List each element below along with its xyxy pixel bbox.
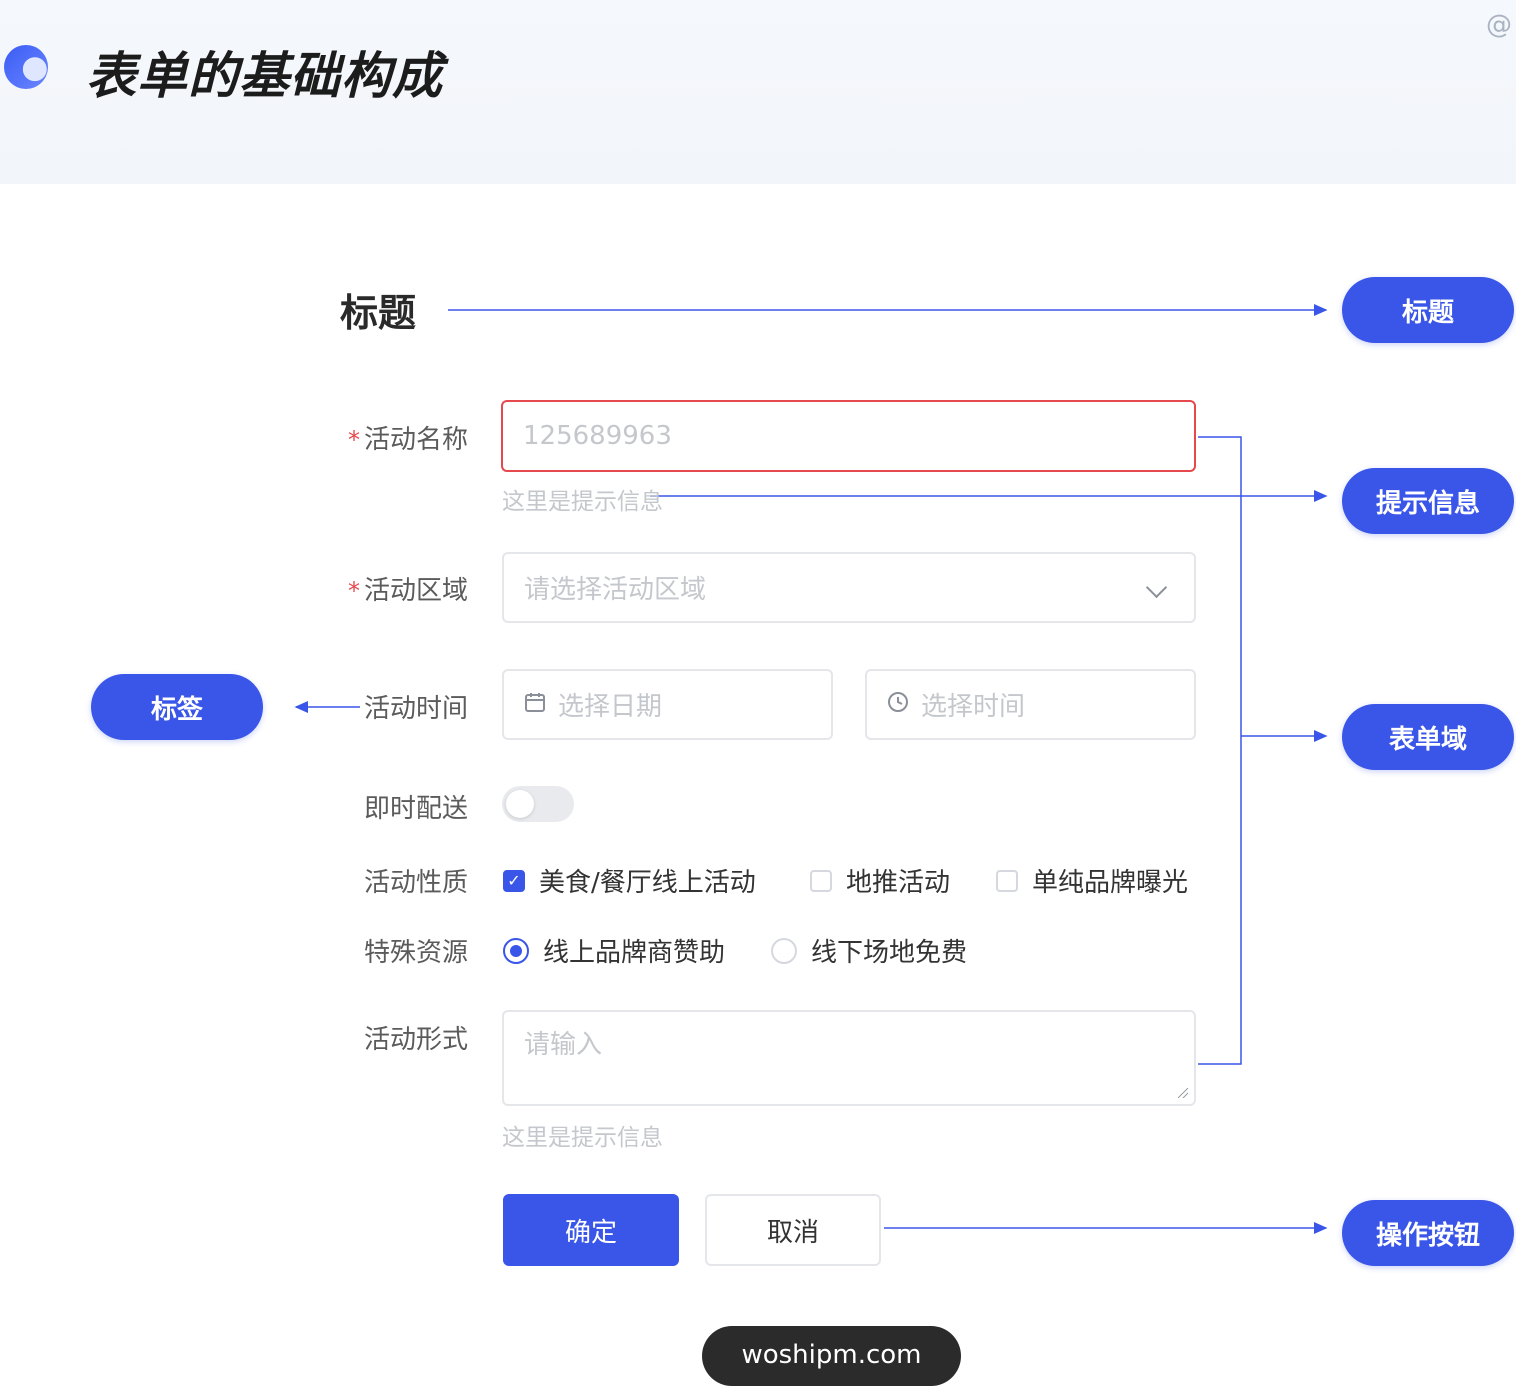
radio-option-offline[interactable]: 线下场地免费 — [771, 932, 967, 969]
checkbox-option-ground[interactable]: 地推活动 — [810, 862, 950, 899]
time-placeholder: 选择时间 — [921, 692, 1026, 722]
radio-label: 线下场地免费 — [811, 938, 968, 968]
date-placeholder: 选择日期 — [558, 692, 663, 722]
activity-name-value: 125689963 — [523, 421, 672, 451]
radio-label: 线上品牌商赞助 — [543, 938, 726, 968]
activity-name-label-text: 活动名称 — [363, 425, 468, 455]
radio-icon[interactable] — [771, 937, 797, 964]
form-title: 标题 — [340, 291, 417, 335]
chevron-down-icon — [1145, 576, 1168, 599]
annotation-field-pill: 表单域 — [1342, 704, 1514, 770]
delivery-toggle[interactable] — [502, 786, 574, 822]
calendar-icon — [524, 691, 546, 719]
form-type-textarea[interactable]: 请输入 — [502, 1010, 1196, 1106]
resize-handle-icon[interactable] — [1178, 1088, 1188, 1098]
activity-region-placeholder: 请选择活动区域 — [524, 575, 707, 605]
radio-option-online[interactable]: 线上品牌商赞助 — [503, 932, 725, 969]
checkbox-icon[interactable] — [996, 869, 1018, 892]
annotation-title-pill: 标题 — [1342, 277, 1514, 343]
activity-name-label: * 活动名称 — [288, 419, 468, 456]
annotation-action-pill: 操作按钮 — [1342, 1200, 1514, 1266]
delivery-label: 即时配送 — [363, 794, 468, 824]
activity-name-hint: 这里是提示信息 — [502, 489, 663, 515]
clock-icon — [887, 691, 909, 719]
time-picker[interactable]: 选择时间 — [865, 669, 1196, 740]
checkbox-label: 美食/餐厅线上活动 — [539, 868, 756, 898]
required-mark: * — [347, 426, 360, 454]
annotation-label-pill: 标签 — [91, 674, 263, 740]
resource-label: 特殊资源 — [363, 938, 468, 968]
activity-region-select[interactable]: 请选择活动区域 — [502, 552, 1196, 623]
checkbox-label: 地推活动 — [846, 868, 951, 898]
form-type-label: 活动形式 — [363, 1025, 468, 1055]
activity-region-label: * 活动区域 — [288, 570, 468, 607]
activity-region-label-text: 活动区域 — [363, 576, 468, 606]
radio-selected-icon[interactable] — [503, 937, 529, 964]
annotation-hint-pill: 提示信息 — [1342, 468, 1514, 534]
field-bracket — [1198, 436, 1242, 1065]
checkbox-label: 单纯品牌曝光 — [1032, 868, 1189, 898]
date-picker[interactable]: 选择日期 — [502, 669, 833, 740]
activity-name-input[interactable]: 125689963 — [501, 400, 1196, 472]
activity-time-label: 活动时间 — [363, 694, 468, 724]
checkbox-option-brand[interactable]: 单纯品牌曝光 — [996, 862, 1188, 899]
toggle-knob — [506, 790, 534, 818]
checkbox-icon[interactable] — [810, 869, 832, 892]
nature-label: 活动性质 — [363, 868, 468, 898]
confirm-button[interactable]: 确定 — [503, 1194, 679, 1266]
cancel-button[interactable]: 取消 — [705, 1194, 881, 1266]
watermark: woshipm.com — [702, 1326, 961, 1386]
checkbox-checked-icon[interactable]: ✓ — [503, 869, 525, 892]
checkbox-option-food[interactable]: ✓ 美食/餐厅线上活动 — [503, 862, 756, 899]
form-type-hint: 这里是提示信息 — [502, 1125, 663, 1151]
textarea-placeholder: 请输入 — [524, 1030, 603, 1060]
required-mark: * — [347, 577, 360, 605]
